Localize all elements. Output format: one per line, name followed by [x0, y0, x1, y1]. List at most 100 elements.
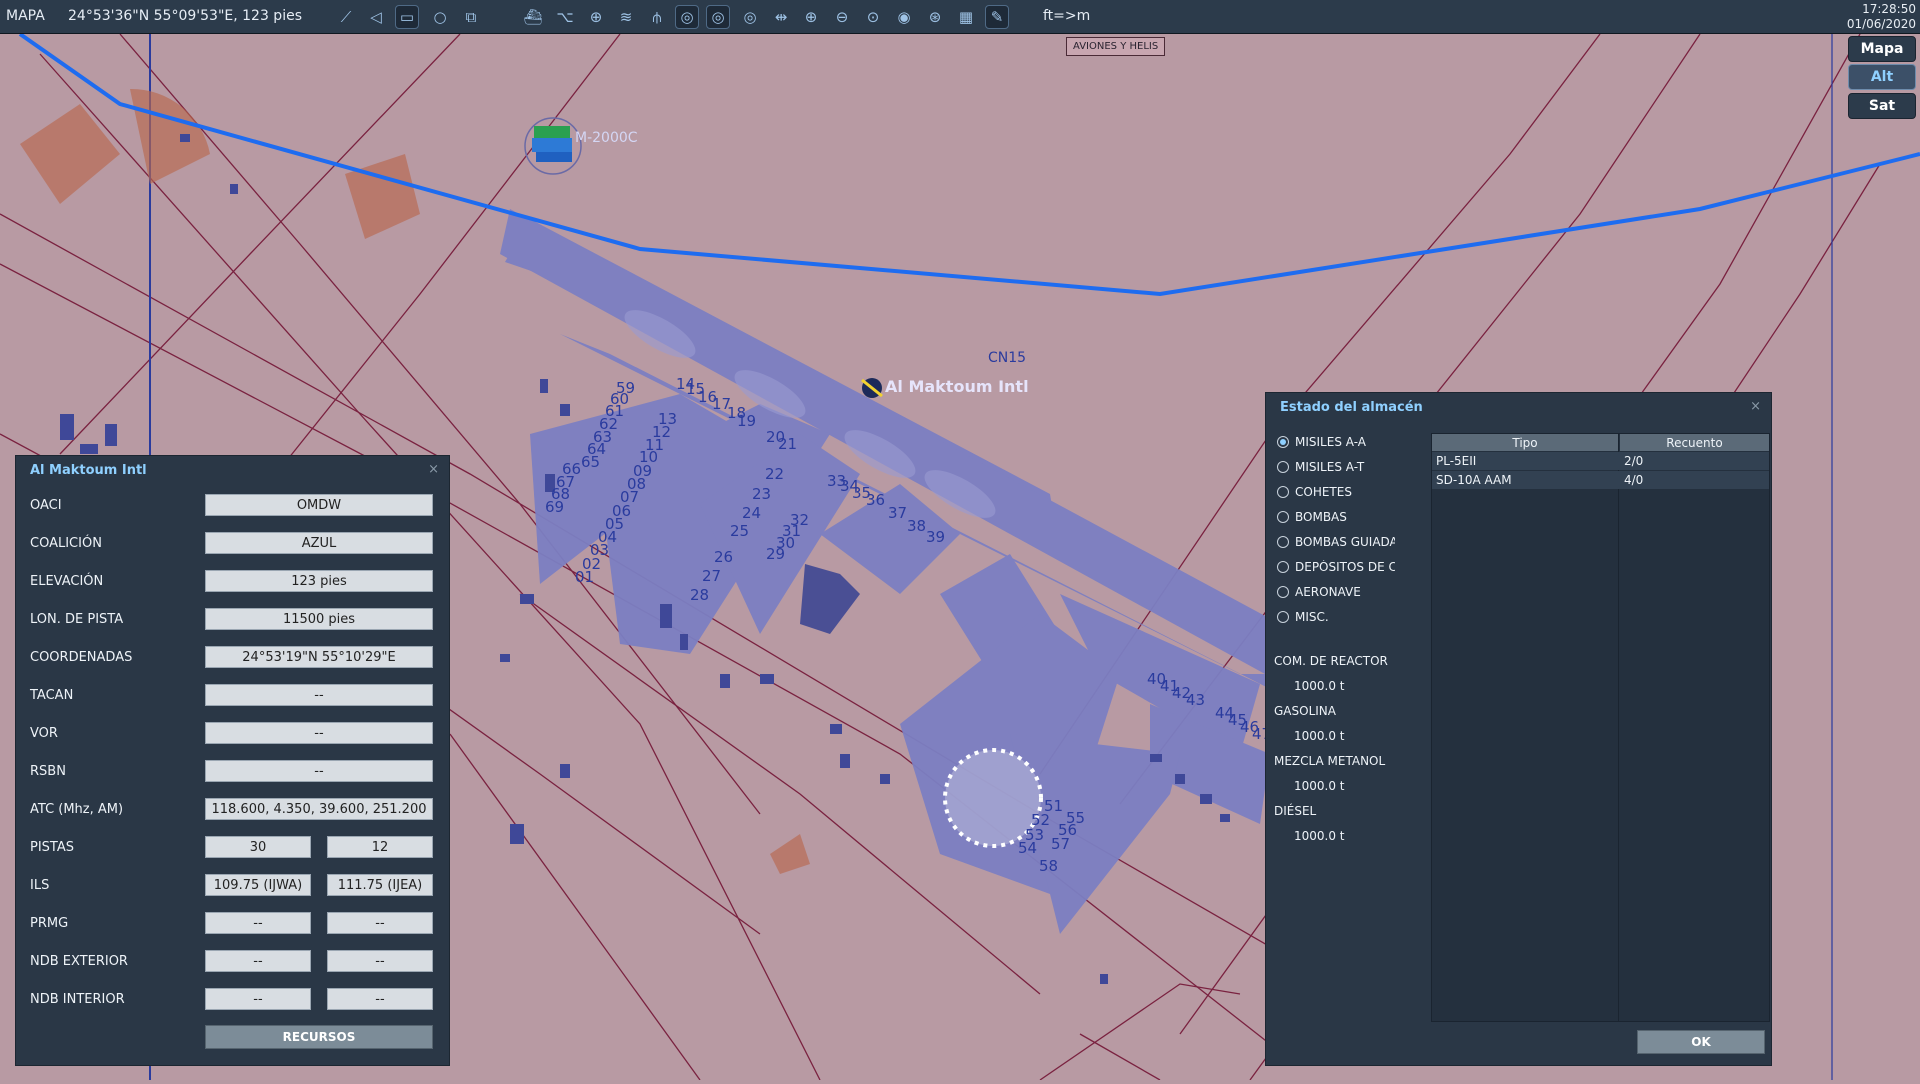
field-label: TACAN — [30, 688, 74, 703]
category-radio[interactable] — [1277, 561, 1289, 573]
filter-label[interactable]: AVIONES Y HELIS — [1066, 37, 1166, 56]
field-label: COORDENADAS — [30, 650, 133, 665]
field-value: -- — [205, 760, 433, 782]
parking-spot-label: 23 — [752, 485, 772, 503]
category-label[interactable]: BOMBAS — [1295, 510, 1395, 524]
pen-icon[interactable]: ✎ — [985, 5, 1009, 29]
column-header-recuento[interactable]: Recuento — [1620, 434, 1769, 451]
layers-icon[interactable]: ⧉ — [460, 6, 482, 28]
parking-spot-label: 22 — [765, 465, 785, 483]
airfield-panel-header: Al Maktoum Intl — [16, 456, 449, 484]
units-toggle[interactable]: ft=>m — [1043, 8, 1090, 24]
field-label: COALICIÓN — [30, 536, 102, 551]
clock-date: 01/06/2020 — [1846, 17, 1916, 31]
field-label: ELEVACIÓN — [30, 574, 104, 589]
marker-label: CN15 — [988, 350, 1027, 366]
category-radio[interactable] — [1277, 536, 1289, 548]
store-panel-title: Estado del almacén — [1280, 399, 1423, 415]
fuel-label: MEZCLA METANOL — [1274, 754, 1386, 768]
fuel-label: COM. DE REACTOR — [1274, 654, 1388, 668]
circle-icon[interactable]: ○ — [429, 6, 451, 28]
zone-b-icon[interactable]: ◎ — [706, 5, 730, 29]
category-label[interactable]: COHETES — [1295, 485, 1395, 499]
parking-spot-label: 58 — [1039, 857, 1059, 875]
waypoint-icon[interactable]: ◁ — [365, 6, 387, 28]
resources-button[interactable]: RECURSOS — [205, 1025, 433, 1049]
category-label[interactable]: DEPÓSITOS DE C( — [1295, 560, 1395, 574]
route-icon[interactable]: ⟋ — [335, 6, 357, 28]
field-value-a: -- — [205, 950, 311, 972]
cursor-coordinates: 24°53'36"N 55°09'53"E, 123 pies — [68, 8, 302, 24]
category-radio[interactable] — [1277, 611, 1289, 623]
category-radio[interactable] — [1277, 486, 1289, 498]
category-label[interactable]: MISILES A-T — [1295, 460, 1395, 474]
field-value: 11500 pies — [205, 608, 433, 630]
close-icon[interactable]: × — [428, 462, 439, 477]
field-label: ILS — [30, 878, 50, 893]
category-label[interactable]: MISILES A-A — [1295, 435, 1395, 449]
wifi-icon[interactable]: ≋ — [615, 6, 637, 28]
field-label: LON. DE PISTA — [30, 612, 124, 627]
fuel-value: 1000.0 t — [1294, 829, 1345, 843]
category-radio[interactable] — [1277, 436, 1289, 448]
fuel-value: 1000.0 t — [1294, 679, 1345, 693]
zoom-fit-icon[interactable]: ⊙ — [862, 6, 884, 28]
close-icon[interactable]: × — [1750, 399, 1761, 414]
layer-map-button[interactable]: Mapa — [1848, 36, 1916, 62]
unit-label[interactable]: M-2000C — [575, 130, 638, 146]
zoom-in-icon[interactable]: ⊕ — [800, 6, 822, 28]
grid-icon[interactable]: ▦ — [955, 6, 977, 28]
category-label[interactable]: AERONAVE — [1295, 585, 1395, 599]
parking-spot-label: 43 — [1186, 691, 1206, 709]
rectangle-icon[interactable]: ▭ — [395, 5, 419, 29]
table-cell-tipo: PL-5EII — [1436, 453, 1477, 468]
layer-alt-button[interactable]: Alt — [1848, 64, 1916, 90]
fuel-value: 1000.0 t — [1294, 779, 1345, 793]
fuel-value: 1000.0 t — [1294, 729, 1345, 743]
target-icon[interactable]: ⊕ — [585, 6, 607, 28]
radar-icon[interactable]: ◉ — [893, 6, 915, 28]
category-radio[interactable] — [1277, 511, 1289, 523]
tower-icon[interactable]: ⫛ — [646, 6, 668, 28]
table-cell-recuento: 2/0 — [1624, 453, 1644, 468]
category-label[interactable]: MISC. — [1295, 610, 1395, 624]
airfield-name-label[interactable]: Al Maktoum Intl — [885, 377, 1029, 396]
field-value-b: 12 — [327, 836, 433, 858]
network-icon[interactable]: ⌥ — [554, 6, 576, 28]
field-value: AZUL — [205, 532, 433, 554]
field-label: RSBN — [30, 764, 66, 779]
top-toolbar: MAPA 24°53'36"N 55°09'53"E, 123 pies ⟋ ◁ ▭… — [0, 0, 1920, 34]
layer-sat-button[interactable]: Sat — [1848, 93, 1916, 119]
zoom-out-icon[interactable]: ⊖ — [831, 6, 853, 28]
column-header-tipo[interactable]: Tipo — [1432, 434, 1618, 451]
field-value-b: -- — [327, 988, 433, 1010]
field-value-b: 111.75 (IJEA) — [327, 874, 433, 896]
category-radio[interactable] — [1277, 461, 1289, 473]
field-value: -- — [205, 722, 433, 744]
globe-icon[interactable]: ⊛ — [924, 6, 946, 28]
ship-icon[interactable]: ⛴ — [522, 6, 544, 28]
parking-spot-label: 57 — [1051, 835, 1071, 853]
parking-spot-label: 19 — [737, 412, 757, 430]
parking-spot-label: 65 — [581, 453, 601, 471]
field-value-a: 30 — [205, 836, 311, 858]
field-value-a: -- — [205, 912, 311, 934]
parking-spot-label: 21 — [778, 435, 798, 453]
airfield-info-panel: Al Maktoum Intl × OACI OMDW COALICIÓN AZUL E… — [15, 455, 450, 1066]
field-value: OMDW — [205, 494, 433, 516]
zone-a-icon[interactable]: ◎ — [675, 5, 699, 29]
category-radio[interactable] — [1277, 586, 1289, 598]
ok-button[interactable]: OK — [1637, 1030, 1765, 1054]
category-label[interactable]: BOMBAS GUIADA — [1295, 535, 1395, 549]
clock: 17:28:50 01/06/2020 — [1847, 2, 1916, 32]
zone-c-icon[interactable]: ◎ — [739, 6, 761, 28]
field-value: -- — [205, 684, 433, 706]
field-value-b: -- — [327, 950, 433, 972]
table-cell-tipo: SD-10A AAM — [1436, 472, 1512, 487]
field-value-a: -- — [205, 988, 311, 1010]
parking-spot-label: 39 — [926, 528, 946, 546]
parking-spot-label: 36 — [866, 491, 886, 509]
field-value: 24°53'19"N 55°10'29"E — [205, 646, 433, 668]
parking-spot-label: 69 — [545, 498, 565, 516]
measure-icon[interactable]: ⇹ — [770, 6, 792, 28]
